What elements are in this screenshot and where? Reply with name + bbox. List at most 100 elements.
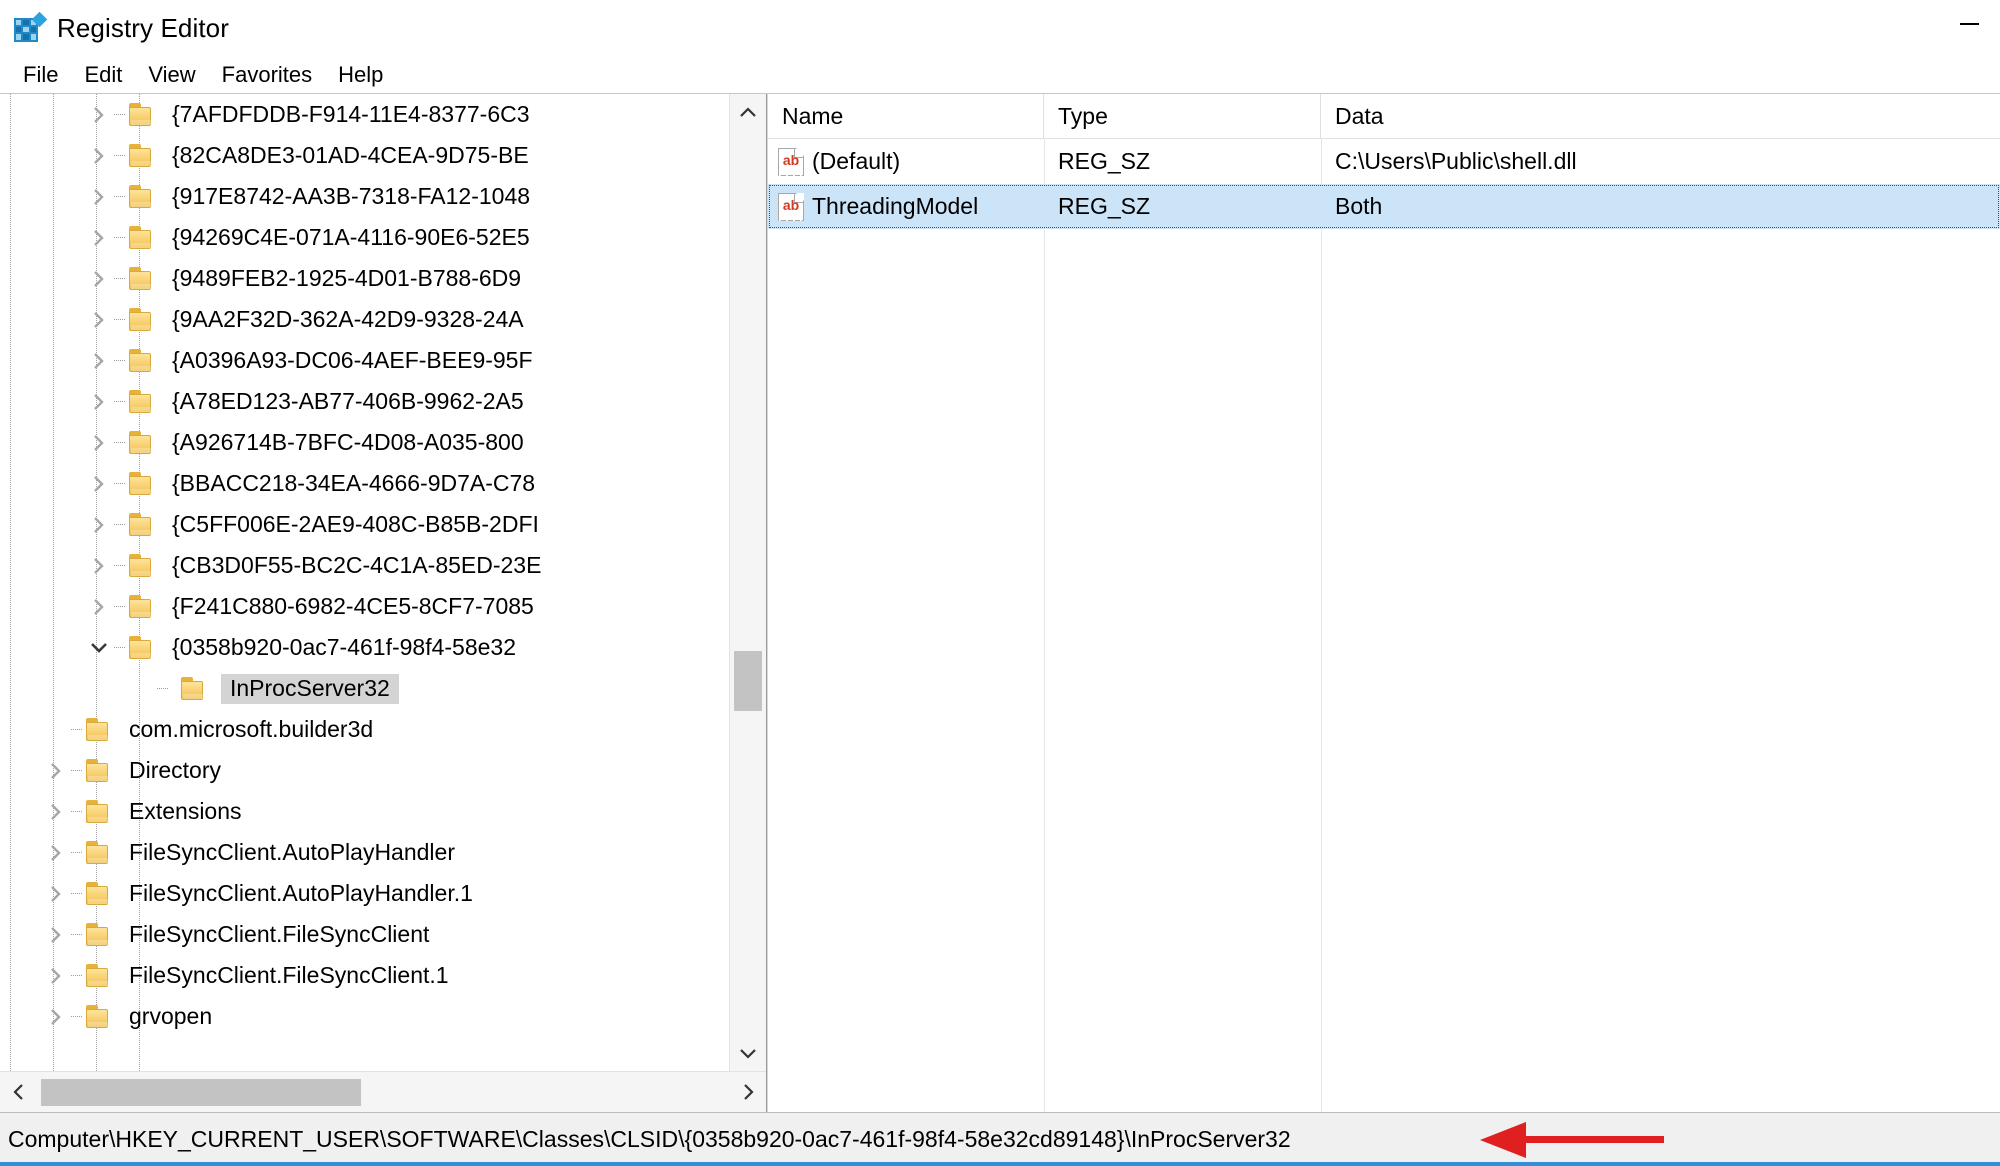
- folder-icon: [128, 265, 158, 292]
- chevron-right-icon[interactable]: [43, 832, 69, 873]
- chevron-right-icon[interactable]: [43, 873, 69, 914]
- chevron-right-icon[interactable]: [86, 463, 112, 504]
- string-value-icon: ab: [778, 192, 804, 221]
- chevron-right-icon[interactable]: [43, 791, 69, 832]
- chevron-right-icon[interactable]: [43, 914, 69, 955]
- values-list-header: Name Type Data: [768, 94, 2000, 139]
- folder-icon: [128, 347, 158, 374]
- tree-horizontal-scrollbar[interactable]: [0, 1071, 766, 1112]
- registry-editor-window: Registry Editor File Edit View Favorites…: [0, 0, 2000, 1166]
- value-row-selected[interactable]: ab ThreadingModel REG_SZ Both: [768, 184, 2000, 229]
- tree-hscroll-thumb[interactable]: [41, 1078, 361, 1106]
- chevron-right-icon[interactable]: [86, 504, 112, 545]
- value-row[interactable]: ab (Default) REG_SZ C:\Users\Public\shell.d…: [768, 139, 2000, 184]
- chevron-right-icon[interactable]: [43, 750, 69, 791]
- folder-icon: [85, 880, 115, 907]
- minimize-button[interactable]: [1938, 0, 2000, 40]
- tree-scroll-thumb[interactable]: [734, 651, 762, 711]
- chevron-right-icon[interactable]: [86, 258, 112, 299]
- tree-item[interactable]: {C5FF006E-2AE9-408C-B85B-2DFI: [0, 504, 730, 545]
- folder-icon: [85, 1003, 115, 1030]
- menu-item-favorites[interactable]: Favorites: [210, 60, 326, 91]
- tree-item-label: com.microsoft.builder3d: [129, 716, 374, 742]
- tree-item[interactable]: {A926714B-7BFC-4D08-A035-800: [0, 422, 730, 463]
- tree-item[interactable]: {F241C880-6982-4CE5-8CF7-7085: [0, 586, 730, 627]
- values-list-pane: Name Type Data ab (Default) REG_SZ C:\Users…: [767, 94, 2000, 1112]
- scroll-right-button[interactable]: [729, 1072, 766, 1113]
- tree-item[interactable]: {9489FEB2-1925-4D01-B788-6D9: [0, 258, 730, 299]
- tree-scroll-track[interactable]: [730, 131, 766, 1034]
- tree-item[interactable]: {7AFDFDDB-F914-11E4-8377-6C3: [0, 94, 730, 135]
- value-data-cell: Both: [1335, 193, 1383, 219]
- folder-icon: [128, 142, 158, 169]
- tree-item[interactable]: {A0396A93-DC06-4AEF-BEE9-95F: [0, 340, 730, 381]
- tree-item[interactable]: com.microsoft.builder3d: [0, 709, 730, 750]
- tree-connector-line: [112, 381, 128, 422]
- tree-item[interactable]: {917E8742-AA3B-7318-FA12-1048: [0, 176, 730, 217]
- folder-icon: [128, 429, 158, 456]
- tree-connector-line: [69, 750, 85, 791]
- tree-item[interactable]: {CB3D0F55-BC2C-4C1A-85ED-23E: [0, 545, 730, 586]
- scroll-down-button[interactable]: [730, 1034, 766, 1071]
- chevron-right-icon[interactable]: [86, 217, 112, 258]
- column-header-data[interactable]: Data: [1321, 94, 2000, 138]
- tree-item-label: {BBACC218-34EA-4666-9D7A-C78: [172, 470, 536, 496]
- tree-item[interactable]: FileSyncClient.FileSyncClient.1: [0, 955, 730, 996]
- chevron-right-icon[interactable]: [86, 135, 112, 176]
- scroll-left-button[interactable]: [0, 1072, 37, 1113]
- tree-item[interactable]: {9AA2F32D-362A-42D9-9328-24A: [0, 299, 730, 340]
- chevron-right-icon[interactable]: [86, 340, 112, 381]
- tree-item-label: {9AA2F32D-362A-42D9-9328-24A: [172, 306, 524, 332]
- value-data-cell: C:\Users\Public\shell.dll: [1335, 148, 1577, 174]
- value-name-cell: ab (Default): [768, 147, 1044, 176]
- folder-icon: [128, 101, 158, 128]
- scroll-up-button[interactable]: [730, 94, 766, 131]
- tree-item[interactable]: FileSyncClient.FileSyncClient: [0, 914, 730, 955]
- tree-item[interactable]: {0358b920-0ac7-461f-98f4-58e32: [0, 627, 730, 668]
- column-header-type[interactable]: Type: [1044, 94, 1321, 138]
- tree-item[interactable]: {BBACC218-34EA-4666-9D7A-C78: [0, 463, 730, 504]
- value-type-cell: REG_SZ: [1058, 148, 1151, 174]
- title-bar: Registry Editor: [0, 0, 2000, 57]
- tree-connector-line: [155, 668, 171, 709]
- tree-connector-line: [112, 504, 128, 545]
- tree-hscroll-track[interactable]: [37, 1072, 729, 1113]
- tree-item[interactable]: FileSyncClient.AutoPlayHandler.1: [0, 873, 730, 914]
- tree-item[interactable]: grvopen: [0, 996, 730, 1037]
- tree-item-selected[interactable]: InProcServer32: [0, 668, 730, 709]
- tree-item[interactable]: {82CA8DE3-01AD-4CEA-9D75-BE: [0, 135, 730, 176]
- folder-icon: [85, 798, 115, 825]
- tree-item[interactable]: Directory: [0, 750, 730, 791]
- chevron-right-icon[interactable]: [86, 176, 112, 217]
- values-rows: ab (Default) REG_SZ C:\Users\Public\shell.d…: [768, 139, 2000, 229]
- chevron-right-icon[interactable]: [86, 545, 112, 586]
- tree-item-label: {0358b920-0ac7-461f-98f4-58e32: [172, 634, 517, 660]
- chevron-right-icon[interactable]: [43, 996, 69, 1037]
- chevron-right-icon[interactable]: [86, 586, 112, 627]
- chevron-right-icon[interactable]: [86, 299, 112, 340]
- menu-item-help[interactable]: Help: [326, 60, 397, 91]
- menu-item-view[interactable]: View: [136, 60, 209, 91]
- tree-item[interactable]: Extensions: [0, 791, 730, 832]
- value-name-cell: ab ThreadingModel: [768, 192, 1044, 221]
- tree-connector-line: [112, 135, 128, 176]
- folder-icon: [85, 757, 115, 784]
- column-header-name[interactable]: Name: [768, 94, 1044, 138]
- chevron-right-icon[interactable]: [86, 94, 112, 135]
- tree-item[interactable]: {94269C4E-071A-4116-90E6-52E5: [0, 217, 730, 258]
- tree-vertical-scrollbar[interactable]: [729, 94, 766, 1071]
- chevron-down-icon[interactable]: [86, 627, 112, 668]
- tree-item[interactable]: {A78ED123-AB77-406B-9962-2A5: [0, 381, 730, 422]
- chevron-right-icon[interactable]: [86, 422, 112, 463]
- tree-connector-line: [112, 627, 128, 668]
- tree-connector-line: [112, 340, 128, 381]
- content-panes: {7AFDFDDB-F914-11E4-8377-6C3 {82CA8DE3-01…: [0, 93, 2000, 1112]
- tree-connector-line: [112, 545, 128, 586]
- folder-icon: [128, 593, 158, 620]
- chevron-right-icon[interactable]: [43, 955, 69, 996]
- menu-item-file[interactable]: File: [11, 60, 72, 91]
- menu-item-edit[interactable]: Edit: [72, 60, 136, 91]
- tree-item[interactable]: FileSyncClient.AutoPlayHandler: [0, 832, 730, 873]
- chevron-right-icon[interactable]: [86, 381, 112, 422]
- string-value-icon: ab: [778, 147, 804, 176]
